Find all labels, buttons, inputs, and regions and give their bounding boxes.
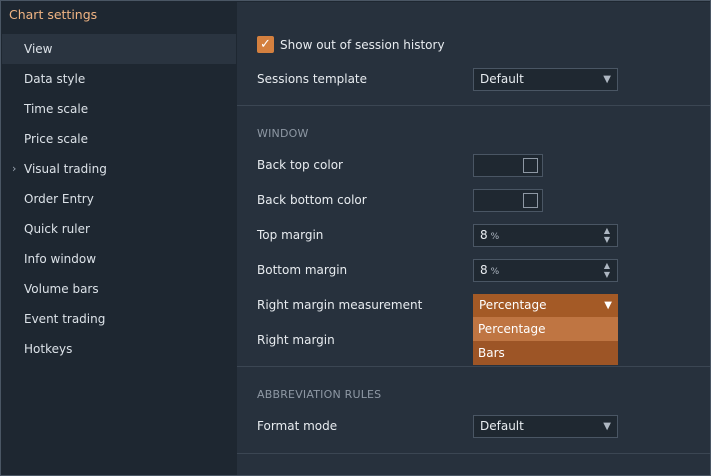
settings-sidebar: View Data style Time scale Price scale ›… — [2, 34, 236, 474]
sidebar-item-volume-bars[interactable]: Volume bars — [2, 274, 236, 304]
format-mode-select[interactable]: Default ▼ — [473, 415, 618, 438]
sidebar-item-label: Quick ruler — [24, 222, 90, 236]
divider — [237, 453, 710, 454]
color-swatch — [523, 158, 538, 173]
chevron-right-icon[interactable]: › — [12, 154, 16, 184]
sessions-template-value: Default — [480, 72, 524, 86]
spinner-icon[interactable]: ▲ ▼ — [601, 226, 613, 245]
sidebar-item-event-trading[interactable]: Event trading — [2, 304, 236, 334]
dropdown-option[interactable]: Bars — [473, 341, 618, 365]
sidebar-item-info-window[interactable]: Info window — [2, 244, 236, 274]
right-margin-measurement-dropdown[interactable]: Percentage ▼ Percentage Bars — [473, 294, 618, 365]
back-bottom-color-label: Back bottom color — [257, 193, 367, 207]
back-bottom-color-picker[interactable] — [473, 189, 543, 212]
sidebar-item-label: Time scale — [24, 102, 89, 116]
abbreviation-section-heading: ABBREVIATION RULES — [257, 388, 382, 401]
sidebar-item-label: Order Entry — [24, 192, 94, 206]
format-mode-label: Format mode — [257, 419, 338, 433]
sessions-template-select[interactable]: Default ▼ — [473, 68, 618, 91]
sidebar-item-label: Event trading — [24, 312, 106, 326]
sidebar-item-label: Price scale — [24, 132, 89, 146]
sidebar-item-label: View — [24, 42, 53, 56]
sidebar-item-label: Visual trading — [24, 162, 107, 176]
chart-settings-dialog: Chart settings ✕ View Data style Time sc… — [0, 0, 711, 476]
top-margin-input[interactable]: 8% ▲ ▼ — [473, 224, 618, 247]
sidebar-item-order-entry[interactable]: Order Entry — [2, 184, 236, 214]
format-mode-value: Default — [480, 419, 524, 433]
chevron-down-icon: ▼ — [603, 421, 611, 432]
back-top-color-label: Back top color — [257, 158, 343, 172]
out-of-session-checkbox[interactable]: ✓ — [257, 36, 274, 53]
bottom-margin-unit: % — [490, 267, 500, 277]
divider — [237, 366, 710, 367]
sidebar-item-hotkeys[interactable]: Hotkeys — [2, 334, 236, 364]
sidebar-item-quick-ruler[interactable]: Quick ruler — [2, 214, 236, 244]
bottom-margin-label: Bottom margin — [257, 263, 348, 277]
bottom-margin-value: 8 — [480, 263, 488, 277]
sidebar-item-visual-trading[interactable]: › Visual trading — [2, 154, 236, 184]
right-margin-label: Right margin — [257, 333, 335, 347]
top-margin-label: Top margin — [257, 228, 324, 242]
color-swatch — [523, 193, 538, 208]
sidebar-item-label: Volume bars — [24, 282, 99, 296]
sidebar-item-label: Hotkeys — [24, 342, 73, 356]
sidebar-item-view[interactable]: View — [2, 34, 236, 64]
dropdown-selected[interactable]: Percentage ▼ — [473, 294, 618, 317]
sidebar-item-data-style[interactable]: Data style — [2, 64, 236, 94]
dropdown-selected-value: Percentage — [479, 298, 547, 312]
divider — [237, 105, 710, 106]
out-of-session-label: Show out of session history — [280, 38, 445, 52]
dialog-title: Chart settings — [9, 7, 98, 22]
sidebar-item-time-scale[interactable]: Time scale — [2, 94, 236, 124]
chevron-down-icon: ▼ — [604, 300, 612, 311]
back-top-color-picker[interactable] — [473, 154, 543, 177]
dropdown-option[interactable]: Percentage — [473, 317, 618, 341]
right-margin-measurement-label: Right margin measurement — [257, 298, 423, 312]
window-section-heading: WINDOW — [257, 127, 309, 140]
sidebar-item-label: Data style — [24, 72, 86, 86]
sidebar-item-price-scale[interactable]: Price scale — [2, 124, 236, 154]
settings-panel: ✓ Show out of session history Sessions t… — [237, 2, 710, 475]
chevron-down-icon: ▼ — [603, 74, 611, 85]
sidebar-item-label: Info window — [24, 252, 97, 266]
sessions-template-label: Sessions template — [257, 72, 368, 86]
top-margin-unit: % — [490, 232, 500, 242]
spinner-icon[interactable]: ▲ ▼ — [601, 261, 613, 280]
bottom-margin-input[interactable]: 8% ▲ ▼ — [473, 259, 618, 282]
top-margin-value: 8 — [480, 228, 488, 242]
